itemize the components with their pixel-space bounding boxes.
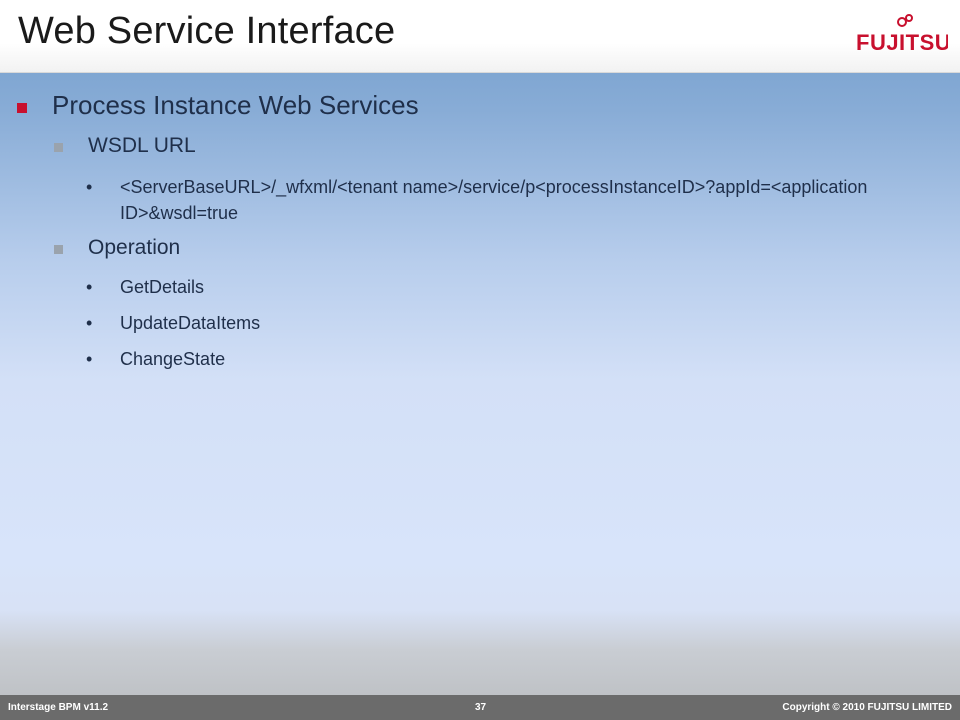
footer-product: Interstage BPM v11.2: [8, 702, 109, 713]
wsdl-url-text: <ServerBaseURL>/_wfxml/<tenant name>/ser…: [120, 177, 868, 223]
title-bar: Web Service Interface FUJITSU: [0, 0, 960, 73]
operation-item: UpdateDataItems: [120, 313, 261, 333]
heading-bullet: Process Instance Web Services: [17, 90, 419, 121]
section-wsdl-url: WSDL URL: [54, 134, 196, 158]
footer-bar: Interstage BPM v11.2 37 Copyright © 2010…: [0, 695, 960, 720]
gray-square-bullet: [54, 142, 63, 152]
list-item: • ChangeState: [86, 346, 686, 372]
dot-bullet: •: [86, 313, 93, 333]
gray-square-bullet: [54, 244, 63, 254]
section-operation: Operation: [54, 236, 180, 260]
logo-text: FUJITSU: [856, 30, 948, 55]
dot-bullet: •: [86, 177, 93, 197]
list-item: • GetDetails: [86, 274, 686, 300]
section-label: Operation: [88, 236, 181, 259]
heading-text: Process Instance Web Services: [52, 90, 419, 120]
operation-item: ChangeState: [120, 349, 226, 369]
page-number: 37: [475, 702, 487, 713]
list-item: • UpdateDataItems: [86, 310, 686, 336]
fujitsu-logo: FUJITSU: [856, 14, 948, 55]
list-item: • <ServerBaseURL>/_wfxml/<tenant name>/s…: [86, 174, 886, 226]
dot-bullet: •: [86, 349, 93, 369]
footer-copyright: Copyright © 2010 FUJITSU LIMITED: [782, 702, 952, 713]
slide: Web Service Interface FUJITSU Process In…: [0, 0, 960, 720]
section-label: WSDL URL: [88, 134, 196, 157]
slide-title: Web Service Interface: [18, 10, 396, 52]
dot-bullet: •: [86, 277, 93, 297]
operation-item: GetDetails: [120, 277, 205, 297]
red-square-bullet: [17, 102, 27, 113]
